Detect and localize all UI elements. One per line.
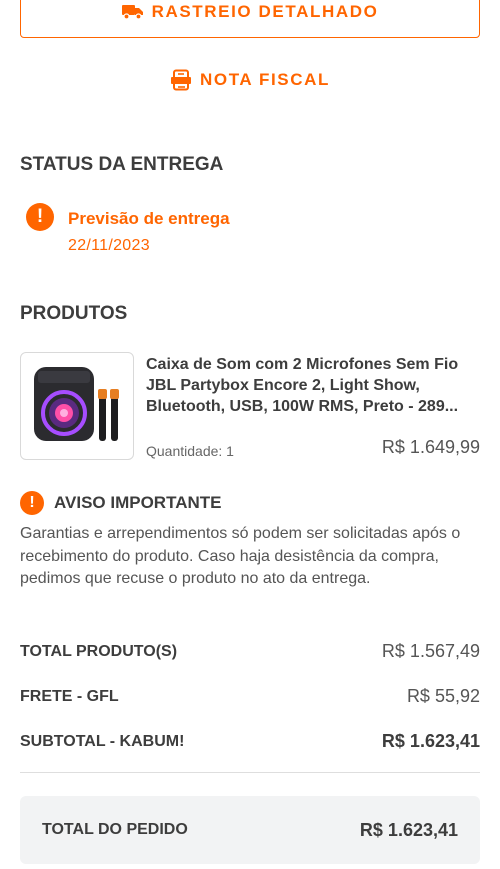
- product-name[interactable]: Caixa de Som com 2 Microfones Sem Fio JB…: [146, 354, 480, 417]
- summary-value: R$ 1.623,41: [381, 731, 480, 751]
- product-image[interactable]: [20, 352, 134, 460]
- summary-value: R$ 55,92: [406, 686, 480, 706]
- summary-label: FRETE - GFL: [20, 687, 119, 705]
- notice-text: Garantias e arrependimentos só podem ser…: [20, 525, 461, 587]
- product-quantity: Quantidade: 1: [146, 443, 234, 459]
- speaker-image: [34, 367, 119, 441]
- invoice-button[interactable]: NOTA FISCAL: [0, 62, 500, 98]
- product-price: R$ 1.649,99: [381, 437, 480, 457]
- alert-icon: !: [26, 203, 54, 231]
- detailed-tracking-button[interactable]: RASTREIO DETALHADO: [20, 0, 480, 38]
- delivery-status-title: STATUS DA ENTREGA: [20, 154, 224, 175]
- invoice-label: NOTA FISCAL: [200, 70, 330, 89]
- delivery-forecast-date: 22/11/2023: [68, 237, 150, 254]
- order-total-label: TOTAL DO PEDIDO: [42, 821, 188, 838]
- delivery-forecast-label: Previsão de entrega: [68, 209, 230, 228]
- summary-label: TOTAL PRODUTO(S): [20, 642, 178, 660]
- order-total-box: TOTAL DO PEDIDO R$ 1.623,41: [20, 796, 480, 864]
- truck-icon: [121, 5, 143, 20]
- detailed-tracking-label: RASTREIO DETALHADO: [151, 2, 379, 21]
- notice-title: AVISO IMPORTANTE: [54, 493, 222, 512]
- product-item[interactable]: Caixa de Som com 2 Microfones Sem Fio JB…: [20, 352, 480, 462]
- summary-row-products: TOTAL PRODUTO(S) R$ 1.567,49: [20, 641, 480, 662]
- important-notice-header: ! AVISO IMPORTANTE: [20, 491, 222, 515]
- summary-label: SUBTOTAL - KABUM!: [20, 732, 185, 750]
- summary-row-subtotal: SUBTOTAL - KABUM! R$ 1.623,41: [20, 731, 480, 752]
- alert-icon: !: [20, 491, 44, 515]
- summary-row-shipping: FRETE - GFL R$ 55,92: [20, 686, 480, 707]
- summary-value: R$ 1.567,49: [381, 641, 480, 661]
- invoice-icon: [171, 69, 191, 91]
- delivery-status-row: ! Previsão de entrega 22/11/2023: [26, 203, 230, 255]
- divider: [20, 772, 480, 773]
- order-total-value: R$ 1.623,41: [359, 819, 458, 840]
- products-title: PRODUTOS: [20, 303, 128, 324]
